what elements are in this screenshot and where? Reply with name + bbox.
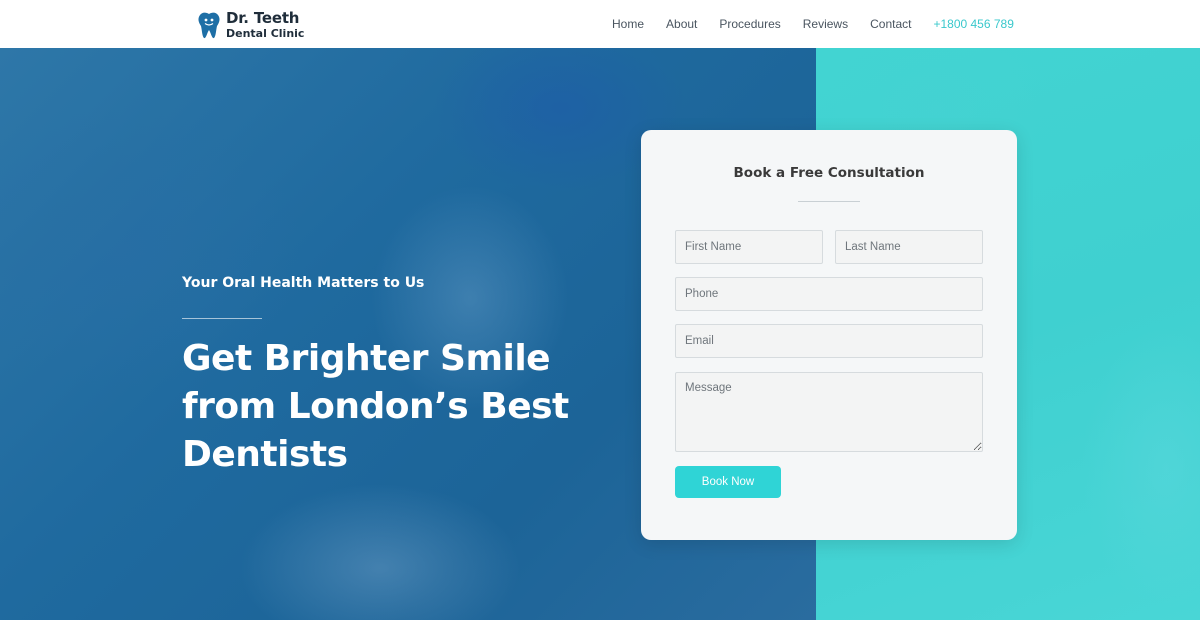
message-textarea[interactable]	[675, 372, 983, 452]
nav-contact[interactable]: Contact	[870, 17, 911, 31]
phone-input[interactable]	[675, 277, 983, 311]
form-title-divider	[798, 201, 860, 202]
main-nav: Home About Procedures Reviews Contact +1…	[612, 0, 1014, 48]
tooth-icon	[198, 12, 220, 39]
logo-name-line1: Dr. Teeth	[226, 9, 300, 27]
consultation-form-card: Book a Free Consultation Book Now	[641, 130, 1017, 540]
first-name-input[interactable]	[675, 230, 823, 264]
hero-headline: Get Brighter Smile from London’s Best De…	[182, 338, 569, 475]
book-now-button[interactable]: Book Now	[675, 466, 781, 498]
nav-reviews[interactable]: Reviews	[803, 17, 848, 31]
nav-home[interactable]: Home	[612, 17, 644, 31]
form-title: Book a Free Consultation	[733, 165, 925, 181]
hero-divider	[182, 318, 262, 319]
nav-procedures[interactable]: Procedures	[719, 17, 780, 31]
nav-phone-link[interactable]: +1800 456 789	[933, 17, 1013, 31]
last-name-input[interactable]	[835, 230, 983, 264]
logo[interactable]: Dr. Teeth Dental Clinic	[196, 10, 304, 40]
logo-name-line2: Dental Clinic	[226, 27, 305, 40]
nav-about[interactable]: About	[666, 17, 697, 31]
hero-kicker: Your Oral Health Matters to Us	[182, 275, 425, 291]
hero-section	[0, 48, 1200, 620]
site-header: Dr. Teeth Dental Clinic Home About Proce…	[0, 0, 1200, 49]
email-input[interactable]	[675, 324, 983, 358]
